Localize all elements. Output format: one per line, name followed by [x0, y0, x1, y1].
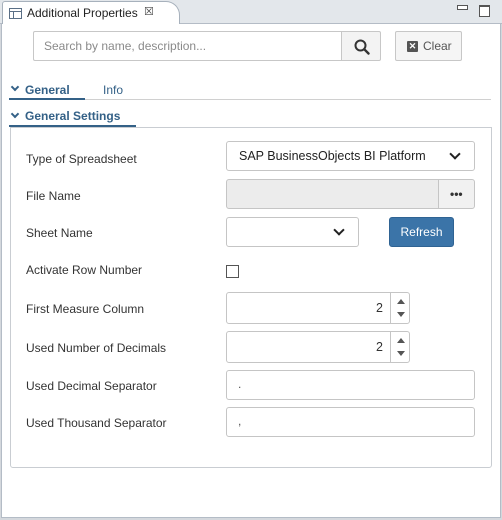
- file-name-field[interactable]: [226, 179, 439, 209]
- stepper-arrows: [390, 293, 410, 323]
- file-name-label: File Name: [26, 189, 81, 203]
- tab-general[interactable]: General: [9, 82, 85, 100]
- used-decimal-separator-value: .: [238, 377, 242, 391]
- search-button[interactable]: [341, 31, 381, 61]
- type-of-spreadsheet-value: SAP BusinessObjects BI Platform: [239, 149, 426, 163]
- clear-label: Clear: [423, 39, 452, 53]
- tab-info[interactable]: Info: [103, 83, 123, 97]
- refresh-label: Refresh: [400, 225, 443, 239]
- browse-file-button[interactable]: •••: [438, 179, 475, 209]
- decrement-icon[interactable]: [397, 351, 405, 356]
- view-tab-additional-properties[interactable]: Additional Properties ☒: [2, 1, 180, 25]
- search-icon: [354, 39, 370, 55]
- minimize-icon[interactable]: [456, 4, 468, 16]
- used-number-of-decimals-label: Used Number of Decimals: [26, 341, 167, 355]
- activate-row-number-checkbox[interactable]: [226, 265, 239, 278]
- used-thousand-separator-value: ,: [238, 414, 242, 428]
- refresh-button[interactable]: Refresh: [389, 217, 454, 247]
- chevron-down-icon: [333, 224, 345, 236]
- tab-general-label: General: [25, 83, 70, 97]
- chevron-down-icon: [10, 109, 20, 119]
- increment-icon[interactable]: [397, 299, 405, 304]
- close-tab-icon[interactable]: ☒: [144, 5, 154, 19]
- clear-button[interactable]: ✕ Clear: [395, 31, 462, 61]
- sheet-name-select[interactable]: [226, 217, 359, 247]
- clear-x-icon: ✕: [407, 41, 418, 52]
- first-measure-column-label: First Measure Column: [26, 302, 145, 316]
- ellipsis-icon: •••: [450, 187, 463, 201]
- used-decimal-separator-label: Used Decimal Separator: [26, 379, 157, 393]
- increment-icon[interactable]: [397, 338, 405, 343]
- properties-view: Additional Properties ☒ ✕ Clear General …: [0, 0, 502, 520]
- type-of-spreadsheet-select[interactable]: SAP BusinessObjects BI Platform: [226, 141, 475, 171]
- type-of-spreadsheet-label: Type of Spreadsheet: [26, 152, 137, 166]
- view-tab-title: Additional Properties: [27, 6, 138, 20]
- properties-view-icon: [9, 8, 22, 19]
- first-measure-column-stepper[interactable]: 2: [226, 292, 410, 324]
- used-thousand-separator-label: Used Thousand Separator: [26, 416, 167, 430]
- section-general-settings[interactable]: General Settings: [9, 109, 136, 127]
- view-tab-bar: Additional Properties ☒: [0, 0, 502, 25]
- sheet-name-label: Sheet Name: [26, 226, 93, 240]
- search-input[interactable]: [33, 31, 342, 61]
- decrement-icon[interactable]: [397, 312, 405, 317]
- property-tabs: General Info: [9, 82, 491, 100]
- used-number-of-decimals-stepper[interactable]: 2: [226, 331, 410, 363]
- used-decimal-separator-field[interactable]: .: [226, 370, 475, 400]
- used-number-of-decimals-value: 2: [376, 340, 383, 354]
- first-measure-column-value: 2: [376, 301, 383, 315]
- maximize-icon[interactable]: [478, 4, 490, 17]
- section-title: General Settings: [25, 109, 121, 123]
- activate-row-number-label: Activate Row Number: [26, 263, 143, 277]
- properties-panel: ✕ Clear General Info General Settings Ty…: [1, 24, 501, 518]
- chevron-down-icon: [449, 148, 461, 160]
- chevron-down-icon: [10, 82, 20, 92]
- used-thousand-separator-field[interactable]: ,: [226, 407, 475, 437]
- stepper-arrows: [390, 332, 410, 362]
